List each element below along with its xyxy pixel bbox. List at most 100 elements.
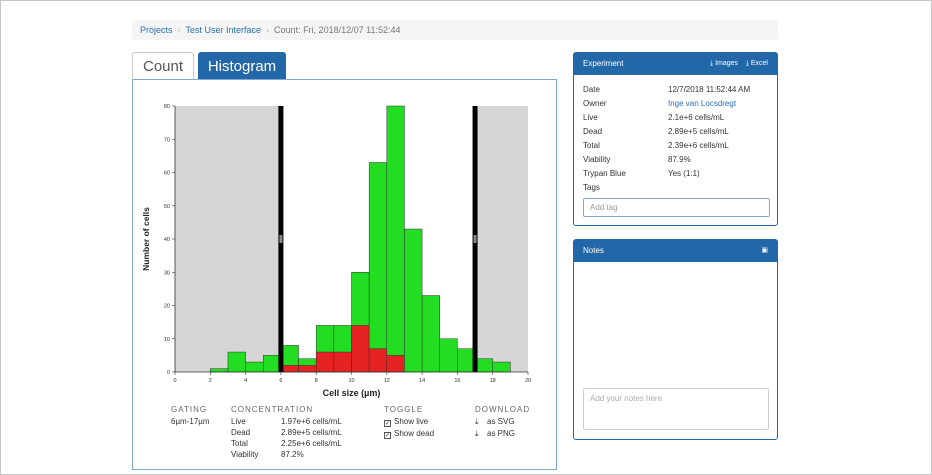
trypan-label: Trypan Blue [583, 169, 626, 178]
tag-input[interactable]: Add tag [583, 198, 770, 217]
x-tick-label: 2 [209, 378, 212, 384]
download-icon: ⤓ [475, 429, 479, 438]
gating-range: 6µm-17µm [171, 417, 210, 426]
download-icon: ⤓ [475, 417, 479, 426]
toggle-section: TOGGLE ✓ Show live ✓ Show dead [384, 405, 434, 439]
total-label: Total [583, 141, 600, 150]
conc-dead-label: Dead [231, 428, 251, 437]
toggle-heading: TOGGLE [384, 405, 424, 414]
toggle-live-label: Show live [394, 417, 429, 426]
images-export-button[interactable]: ⤓ Images [710, 60, 738, 67]
owner-label: Owner [583, 99, 607, 108]
breadcrumb-separator: › [266, 25, 270, 35]
conc-viability-label: Viability [231, 450, 259, 459]
gating-section: GATING 6µm-17µm [171, 405, 210, 426]
checkbox-icon[interactable]: ✓ [384, 420, 391, 427]
concentration-heading: CONCENTRATION [231, 405, 314, 414]
conc-viability-value: 87.2% [281, 450, 304, 459]
notes-textarea[interactable]: Add your notes here [583, 388, 769, 430]
export-links: ⤓ Images ⤓ Excel [710, 53, 768, 75]
x-tick-label: 6 [279, 378, 282, 384]
experiment-title: Experiment [583, 59, 624, 68]
x-tick-label: 12 [384, 378, 390, 384]
bar-live [245, 361, 264, 373]
y-tick-label: 80 [164, 104, 170, 110]
toggle-dead[interactable]: ✓ Show dead [384, 429, 434, 439]
bar-live [492, 361, 511, 373]
toggle-dead-label: Show dead [394, 429, 435, 438]
conc-live-value: 1.97e+6 cells/mL [281, 417, 342, 426]
bar-live [474, 358, 493, 373]
breadcrumb-projects[interactable]: Projects [140, 25, 173, 35]
save-icon[interactable]: ▣ [761, 240, 768, 262]
owner-link[interactable]: Inge van Locsdregt [668, 99, 736, 108]
x-tick-label: 10 [348, 378, 354, 384]
date-label: Date [583, 85, 600, 94]
notes-panel: Notes ▣ Add your notes here [573, 239, 778, 440]
checkbox-icon[interactable]: ✓ [384, 432, 391, 439]
histogram-panel: 0 2 4 6 8 10 12 14 16 18 20 0 10 20 30 40 50 60 70 80 Cell s… [132, 79, 557, 470]
toggle-live[interactable]: ✓ Show live [384, 417, 434, 427]
total-value: 2.39e+6 cells/mL [668, 141, 729, 150]
date-value: 12/7/2018 11:52:44 AM [668, 85, 751, 94]
download-heading: DOWNLOAD [475, 405, 531, 414]
notes-header: Notes ▣ [574, 240, 777, 262]
bar-live [404, 228, 423, 373]
y-tick-label: 40 [164, 237, 170, 243]
download-svg-label: as SVG [487, 417, 515, 426]
breadcrumb: Projects › Test User Interface › Count: Fri,… [132, 20, 778, 40]
live-label: Live [583, 113, 598, 122]
breadcrumb-project[interactable]: Test User Interface [186, 25, 262, 35]
bar-dead [386, 355, 405, 373]
bar-dead [368, 348, 388, 373]
dead-label: Dead [583, 127, 603, 136]
y-tick-label: 0 [167, 370, 170, 376]
bar-live [457, 348, 476, 373]
viability-label: Viability [583, 155, 611, 164]
viability-value: 87.9% [668, 155, 691, 164]
bar-live [368, 162, 388, 373]
notes-title: Notes [583, 246, 604, 255]
y-tick-label: 50 [164, 204, 170, 210]
x-tick-label: 20 [525, 378, 531, 384]
bar-live [210, 368, 229, 373]
conc-dead-value: 2.89e+5 cells/mL [281, 428, 342, 437]
x-axis-label: Cell size (µm) [323, 388, 381, 398]
bar-dead [333, 351, 352, 373]
tab-histogram[interactable]: Histogram [198, 52, 286, 80]
live-value: 2.1e+6 cells/mL [668, 113, 725, 122]
concentration-section: CONCENTRATION Live 1.97e+6 cells/mL Dead… [231, 405, 361, 461]
x-tick-label: 16 [454, 378, 460, 384]
experiment-header: Experiment ⤓ Images ⤓ Excel [574, 53, 777, 75]
download-section: DOWNLOAD ⤓ as SVG ⤓ as PNG [475, 405, 530, 439]
conc-total-label: Total [231, 439, 248, 448]
excel-export-button[interactable]: ⤓ Excel [746, 60, 768, 67]
bar-live [439, 338, 458, 373]
dead-value: 2.89e+5 cells/mL [668, 127, 729, 136]
x-tick-label: 4 [244, 378, 247, 384]
x-tick-label: 8 [315, 378, 318, 384]
bar-live [263, 355, 282, 373]
y-tick-label: 70 [164, 137, 170, 143]
bar-dead [280, 365, 299, 373]
gate-shade-left [175, 106, 281, 372]
excel-label: Excel [750, 60, 768, 67]
y-axis-label: Number of cells [141, 207, 151, 271]
tab-count[interactable]: Count [132, 52, 194, 80]
tags-label: Tags [583, 183, 600, 192]
download-svg-link[interactable]: ⤓ as SVG [475, 417, 530, 427]
x-tick-label: 18 [490, 378, 496, 384]
bar-dead [351, 325, 370, 373]
y-tick-label: 20 [164, 304, 170, 310]
experiment-panel: Experiment ⤓ Images ⤓ Excel Date 12/7/20… [573, 52, 778, 226]
histogram-chart: 0 2 4 6 8 10 12 14 16 18 20 0 10 20 30 40 50 60 70 80 Cell s… [141, 104, 531, 398]
bar-dead [315, 351, 335, 373]
bar-live [227, 351, 246, 373]
download-png-link[interactable]: ⤓ as PNG [475, 429, 530, 439]
breadcrumb-separator: › [177, 25, 181, 35]
gating-heading: GATING [171, 405, 208, 414]
gate-handle [279, 235, 283, 243]
breadcrumb-current: Count: Fri, 2018/12/07 11:52:44 [274, 25, 401, 35]
conc-live-label: Live [231, 417, 246, 426]
gate-shade-right [475, 106, 528, 372]
